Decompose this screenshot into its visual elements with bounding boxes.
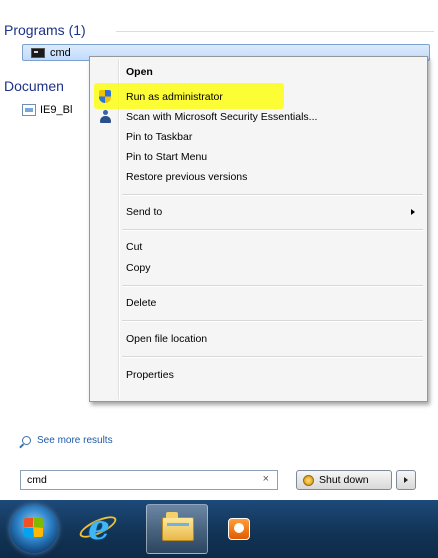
taskbar-internet-explorer[interactable]: e: [72, 504, 128, 554]
menu-item-copy[interactable]: Copy: [92, 258, 425, 278]
programs-header: Programs (1): [4, 22, 434, 38]
menu-item-delete[interactable]: Delete: [92, 293, 425, 313]
menu-item-pin-to-taskbar-label: Pin to Taskbar: [126, 131, 193, 143]
menu-separator: [122, 320, 423, 322]
menu-item-delete-label: Delete: [126, 297, 157, 309]
menu-item-restore-previous-versions[interactable]: Restore previous versions: [92, 167, 425, 187]
menu-item-properties[interactable]: Properties: [92, 365, 425, 385]
context-menu: Open Run as administrator Scan with Micr…: [89, 56, 428, 402]
menu-separator: [122, 285, 423, 287]
programs-divider: [116, 31, 434, 32]
documents-header: Documen: [4, 78, 94, 94]
menu-separator: [122, 194, 423, 196]
shut-down-button[interactable]: Shut down: [296, 470, 392, 490]
taskbar-windows-explorer[interactable]: [146, 504, 208, 554]
menu-item-scan-security-essentials[interactable]: Scan with Microsoft Security Essentials.…: [92, 107, 425, 127]
menu-separator: [122, 356, 423, 358]
media-player-icon: [228, 518, 250, 540]
menu-item-restore-label: Restore previous versions: [126, 171, 248, 183]
menu-item-send-to[interactable]: Send to: [92, 202, 425, 222]
start-button[interactable]: [10, 505, 58, 553]
menu-item-pin-to-taskbar[interactable]: Pin to Taskbar: [92, 127, 425, 147]
menu-item-open-file-location[interactable]: Open file location: [92, 329, 425, 349]
program-result-label: cmd: [50, 46, 71, 59]
power-icon: [303, 474, 314, 486]
menu-item-run-as-administrator[interactable]: Run as administrator: [92, 87, 425, 107]
see-more-results-link[interactable]: See more results: [22, 435, 113, 446]
programs-header-label: Programs (1): [4, 22, 86, 38]
search-icon: [22, 436, 31, 445]
command-prompt-icon: [31, 47, 45, 58]
document-icon: [22, 104, 36, 116]
shut-down-label: Shut down: [319, 474, 369, 486]
menu-item-properties-label: Properties: [126, 369, 174, 381]
clear-search-icon[interactable]: ×: [263, 473, 269, 485]
taskbar: e: [0, 500, 438, 558]
menu-item-cut-label: Cut: [126, 241, 143, 253]
internet-explorer-icon: e: [88, 508, 110, 548]
menu-item-cut[interactable]: Cut: [92, 237, 425, 257]
menu-item-open-label: Open: [126, 66, 153, 78]
windows-start-icon: [24, 518, 44, 538]
menu-item-open-file-location-label: Open file location: [126, 333, 208, 345]
menu-item-pin-to-start-menu[interactable]: Pin to Start Menu: [92, 147, 425, 167]
shut-down-options-button[interactable]: [396, 470, 416, 490]
documents-header-label: Documen: [4, 78, 64, 94]
search-input-value: cmd: [27, 474, 47, 486]
menu-item-open[interactable]: Open: [92, 62, 425, 82]
submenu-arrow-icon: [411, 209, 415, 215]
start-search-input[interactable]: cmd ×: [20, 470, 278, 490]
document-result-label: IE9_Bl: [40, 104, 73, 116]
menu-item-run-as-administrator-label: Run as administrator: [126, 91, 223, 103]
taskbar-media-player[interactable]: [212, 504, 268, 554]
document-result-item[interactable]: IE9_Bl: [22, 104, 72, 116]
menu-item-scan-label: Scan with Microsoft Security Essentials.…: [126, 111, 318, 123]
see-more-results-label: See more results: [37, 435, 113, 446]
menu-item-send-to-label: Send to: [126, 206, 163, 218]
menu-item-pin-to-start-menu-label: Pin to Start Menu: [126, 151, 208, 163]
menu-item-copy-label: Copy: [126, 262, 151, 274]
uac-shield-icon: [99, 90, 111, 103]
windows-explorer-icon: [162, 512, 194, 541]
menu-separator: [122, 229, 423, 231]
security-essentials-icon: [99, 110, 112, 124]
